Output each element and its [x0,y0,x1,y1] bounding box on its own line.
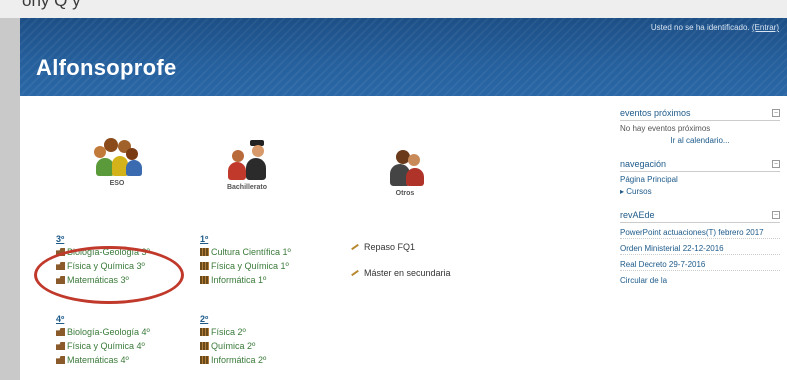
course-link[interactable]: Informática 1º [200,275,291,285]
courses-link[interactable]: ▸ Cursos [620,187,780,196]
cut-off-text: ony Q y [22,0,81,10]
teacher-icon [370,146,440,186]
calendar-link[interactable]: Ir al calendario... [620,136,780,145]
pencil-icon [350,243,360,251]
bach-1-course-list: 1º Cultura Científica 1º Física y Químic… [200,234,291,289]
site-title[interactable]: Alfonsoprofe [36,55,176,81]
bachillerato-category[interactable]: Bachillerato [192,140,302,191]
course-multi-icon [200,276,209,284]
collapse-toggle-icon[interactable]: – [772,109,780,117]
course-link[interactable]: Física 2º [200,327,266,337]
red-highlight-ring [34,246,184,304]
course-link[interactable]: Física y Química 1º [200,261,291,271]
course-link[interactable]: Física y Química 4º [56,341,150,351]
pencil-icon [350,269,360,277]
course-folder-icon [56,342,65,350]
events-title: eventos próximos [620,108,691,118]
master-link[interactable]: Máster en secundaria [350,268,451,278]
navigation-title: navegación [620,159,667,169]
eso-4-course-list: 4º Biología-Geología 4º Física y Química… [56,314,150,369]
news-block: revAEde – PowerPoint actuaciones(T) febr… [620,210,780,286]
right-sidebar: eventos próximos – No hay eventos próxim… [620,108,780,300]
login-status-text: Usted no se ha identificado. [650,23,750,32]
eso-category[interactable]: ESO [62,136,172,187]
events-empty-text: No hay eventos próximos [620,124,711,133]
news-entry[interactable]: Real Decreto 29-7-2016 [620,260,780,270]
course-link[interactable]: Matemáticas 4º [56,355,150,365]
level-link-3[interactable]: 3º [56,234,150,244]
site-header: Usted no se ha identificado. (Entrar) Al… [20,18,787,96]
news-entry[interactable]: PowerPoint actuaciones(T) febrero 2017 [620,228,780,238]
level-link-1[interactable]: 1º [200,234,291,244]
bachillerato-caption: Bachillerato [226,184,268,191]
login-info: Usted no se ha identificado. (Entrar) [651,23,779,32]
otros-caption: Otros [395,190,415,197]
bach-2-course-list: 2º Física 2º Química 2º Informática 2º [200,314,266,369]
course-multi-icon [200,356,209,364]
main-content: ESO Bachillerato Otros 3º Biología-Geolo… [20,96,787,380]
browser-top-fragment: ony Q y [0,0,787,18]
repaso-link[interactable]: Repaso FQ1 [350,242,451,252]
left-margin-strip [0,18,20,380]
news-entry[interactable]: Circular de la [620,276,780,286]
level-link-2[interactable]: 2º [200,314,266,324]
news-title: revAEde [620,210,655,220]
eso-caption: ESO [109,180,125,187]
course-link[interactable]: Química 2º [200,341,266,351]
navigation-block: navegación – Página Principal ▸ Cursos [620,159,780,196]
course-folder-icon [56,356,65,364]
graduates-icon [212,140,282,180]
students-group-icon [82,136,152,176]
other-links: Repaso FQ1 Máster en secundaria [350,242,451,294]
otros-category[interactable]: Otros [350,146,460,197]
course-folder-icon [56,328,65,336]
course-link[interactable]: Biología-Geología 4º [56,327,150,337]
course-link[interactable]: Informática 2º [200,355,266,365]
collapse-toggle-icon[interactable]: – [772,211,780,219]
level-link-4[interactable]: 4º [56,314,150,324]
course-multi-icon [200,248,209,256]
home-link[interactable]: Página Principal [620,175,780,184]
events-block: eventos próximos – No hay eventos próxim… [620,108,780,145]
news-entry[interactable]: Orden Ministerial 22-12-2016 [620,244,780,254]
course-multi-icon [200,342,209,350]
login-link[interactable]: (Entrar) [752,23,779,32]
collapse-toggle-icon[interactable]: – [772,160,780,168]
course-link[interactable]: Cultura Científica 1º [200,247,291,257]
course-multi-icon [200,328,209,336]
course-multi-icon [200,262,209,270]
